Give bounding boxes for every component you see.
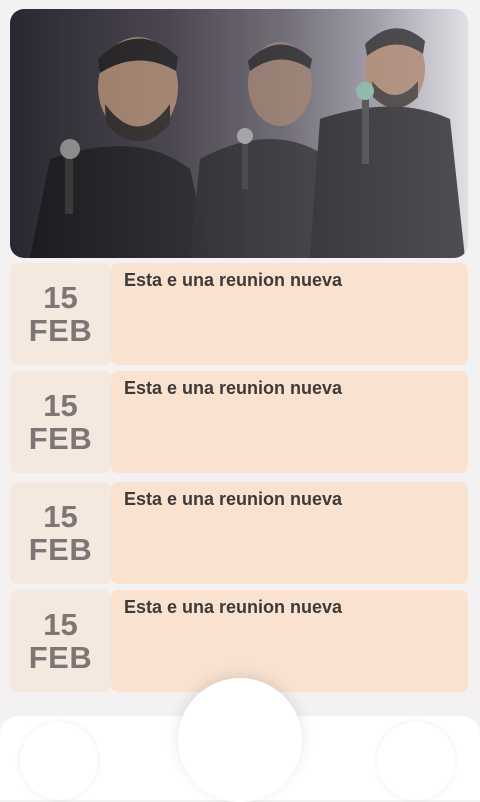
event-date: 15 FEB (10, 590, 111, 692)
event-row[interactable]: 15 FEB Esta e una reunion nueva (10, 371, 468, 473)
event-day: 15 (43, 280, 78, 315)
event-row[interactable]: 15 FEB Esta e una reunion nueva (10, 590, 468, 692)
event-row[interactable]: 15 FEB Esta e una reunion nueva (10, 263, 468, 365)
event-card[interactable]: Esta e una reunion nueva (111, 371, 468, 473)
event-title: Esta e una reunion nueva (124, 489, 343, 509)
nav-right-icon[interactable] (377, 722, 455, 800)
hero-photo (10, 9, 468, 258)
event-card[interactable]: Esta e una reunion nueva (111, 482, 468, 584)
event-row[interactable]: 15 FEB Esta e una reunion nueva (10, 482, 468, 584)
nav-center-icon[interactable] (178, 678, 302, 802)
event-title: Esta e una reunion nueva (124, 270, 343, 290)
event-day: 15 (43, 388, 78, 423)
event-month: FEB (28, 640, 93, 675)
event-card[interactable]: Esta e una reunion nueva (111, 263, 468, 365)
event-date: 15 FEB (10, 482, 111, 584)
nav-left-icon[interactable] (20, 722, 98, 800)
event-date: 15 FEB (10, 371, 111, 473)
event-day: 15 (43, 499, 78, 534)
event-day: 15 (43, 607, 78, 642)
event-title: Esta e una reunion nueva (124, 378, 343, 398)
event-month: FEB (28, 421, 93, 456)
event-month: FEB (28, 313, 93, 348)
event-month: FEB (28, 532, 93, 567)
event-title: Esta e una reunion nueva (124, 597, 343, 617)
hero-banner-image (10, 9, 468, 258)
event-card[interactable]: Esta e una reunion nueva (111, 590, 468, 692)
event-date: 15 FEB (10, 263, 111, 365)
